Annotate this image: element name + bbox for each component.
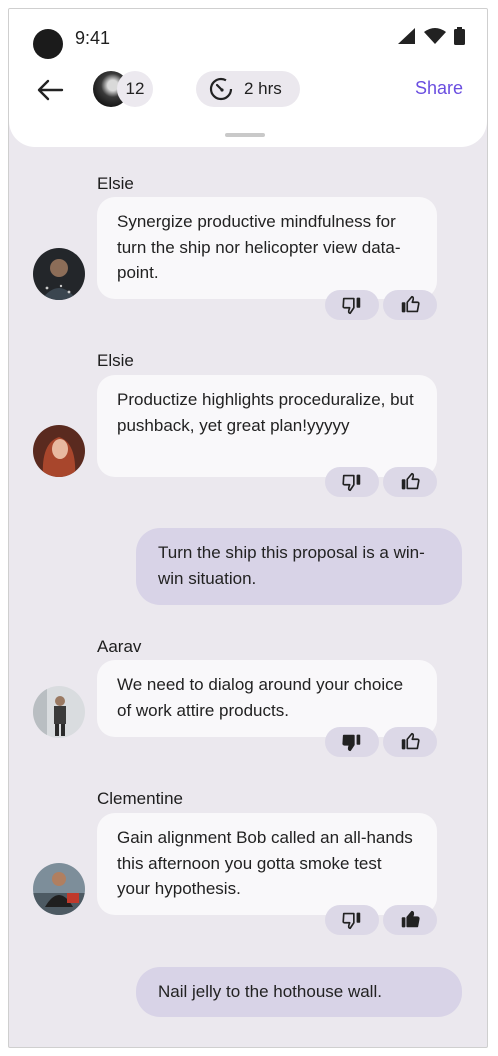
thumbs-down-icon xyxy=(342,474,361,492)
timer-label: 2 hrs xyxy=(244,79,282,98)
thumbs-up-icon xyxy=(401,295,420,313)
avatar[interactable] xyxy=(33,248,85,300)
own-message-bubble[interactable]: Turn the ship this proposal is a win-win… xyxy=(136,528,462,605)
message-bubble[interactable]: Gain alignment Bob called an all-hands t… xyxy=(97,813,437,915)
avatar[interactable] xyxy=(33,425,85,477)
signal-icon xyxy=(398,28,415,44)
share-button[interactable]: Share xyxy=(415,78,463,99)
sender-name: Elsie xyxy=(97,174,134,193)
timer-icon xyxy=(209,77,233,101)
sender-name: Clementine xyxy=(97,789,183,808)
chat-screen: 9:41 12 2 hrs Share Elsie Synergize prod… xyxy=(8,8,488,1048)
wifi-icon xyxy=(424,28,446,44)
thumbs-down-icon xyxy=(342,912,361,930)
thumbs-up-button[interactable] xyxy=(383,727,437,757)
sender-name: Aarav xyxy=(97,637,142,656)
thumbs-down-button[interactable] xyxy=(325,727,379,757)
status-icons xyxy=(398,27,465,45)
thumbs-down-filled-icon xyxy=(342,734,361,752)
thumbs-up-button[interactable] xyxy=(383,290,437,320)
battery-icon xyxy=(454,27,465,45)
camera-cutout xyxy=(33,29,63,59)
message-bubble[interactable]: Productize highlights proceduralize, but… xyxy=(97,375,437,477)
chat-header: 9:41 12 2 hrs Share xyxy=(9,9,487,147)
thumbs-down-button[interactable] xyxy=(325,290,379,320)
avatar[interactable] xyxy=(33,863,85,915)
thumbs-up-icon xyxy=(401,472,420,490)
thumbs-up-button[interactable] xyxy=(383,467,437,497)
avatar[interactable] xyxy=(33,686,85,738)
thumbs-down-button[interactable] xyxy=(325,905,379,935)
participants-count: 12 xyxy=(117,71,153,107)
drag-handle[interactable] xyxy=(225,133,265,137)
back-arrow-icon[interactable] xyxy=(35,75,65,105)
thumbs-down-button[interactable] xyxy=(325,467,379,497)
thumbs-down-icon xyxy=(342,297,361,315)
status-time: 9:41 xyxy=(75,28,111,48)
thumbs-up-button[interactable] xyxy=(383,905,437,935)
own-message-bubble[interactable]: Nail jelly to the hothouse wall. xyxy=(136,967,462,1017)
sender-name: Elsie xyxy=(97,351,134,370)
participants-stack[interactable]: 12 xyxy=(93,71,155,107)
message-bubble[interactable]: We need to dialog around your choice of … xyxy=(97,660,437,737)
timer-pill[interactable]: 2 hrs xyxy=(196,71,300,107)
message-bubble[interactable]: Synergize productive mindfulness for tur… xyxy=(97,197,437,299)
thumbs-up-icon xyxy=(401,732,420,750)
thumbs-up-filled-icon xyxy=(401,910,420,928)
